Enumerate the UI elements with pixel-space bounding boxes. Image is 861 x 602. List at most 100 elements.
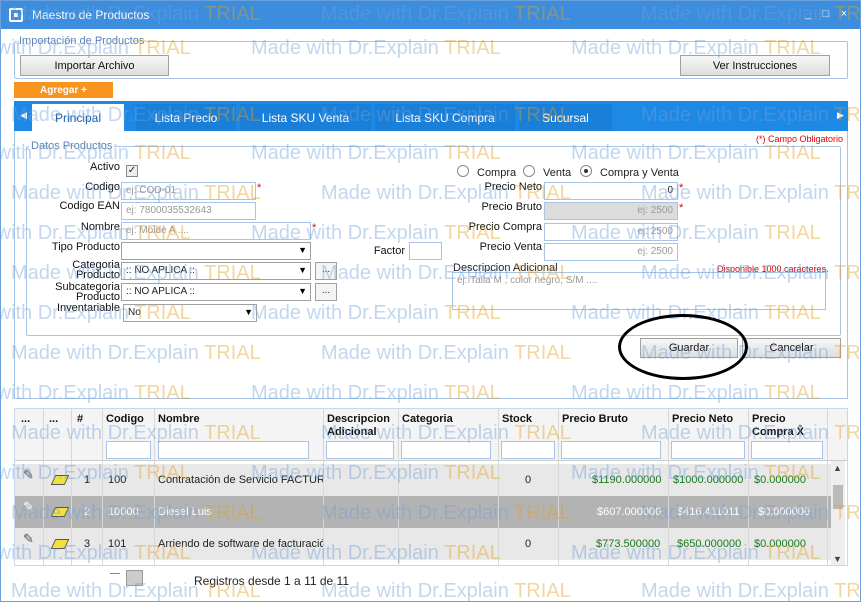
nombre-input[interactable]: ej: Molde A .... — [121, 222, 311, 240]
row-precio-bruto: $607.000000 — [597, 506, 662, 518]
precio-compra-label: Precio Compra — [468, 221, 542, 233]
col-divider — [827, 409, 828, 565]
import-file-button[interactable]: Importar Archivo — [20, 55, 169, 76]
maximize-button[interactable]: □ — [820, 8, 832, 20]
factor-label: Factor — [373, 245, 405, 257]
scroll-down-icon[interactable]: ▼ — [833, 554, 842, 564]
close-button[interactable]: × — [838, 8, 850, 20]
col-codigo-header[interactable]: Codigo — [106, 413, 144, 426]
precio-bruto-input[interactable]: ej: 2500 — [544, 202, 678, 220]
row-num: 2 — [84, 506, 91, 518]
grid-scrollbar[interactable]: ▲ ▼ — [831, 461, 845, 565]
col-action2-header: ... — [49, 413, 59, 425]
filter-descripcion-input[interactable] — [326, 441, 394, 459]
precio-compra-input[interactable]: ej: 2500 — [544, 223, 678, 241]
row-nombre: Arriendo de software de facturació — [158, 538, 323, 550]
codigo-ean-input[interactable]: ej: 7800035532643 — [121, 202, 256, 220]
filter-nombre-input[interactable] — [158, 441, 309, 459]
subcategoria-more-button[interactable]: ... — [315, 283, 337, 301]
radio-compra[interactable] — [457, 165, 469, 177]
nombre-required-mark: * — [312, 222, 317, 234]
radio-venta[interactable] — [523, 165, 535, 177]
radio-compra-venta[interactable] — [580, 165, 592, 177]
filter-precio-neto-input[interactable] — [671, 441, 745, 459]
nombre-label: Nombre — [80, 221, 120, 233]
tab-lista-sku-venta[interactable]: Lista SKU Venta — [240, 104, 371, 131]
col-divider — [71, 409, 72, 565]
scroll-up-icon[interactable]: ▲ — [833, 463, 842, 473]
pager-first-icon[interactable] — [110, 573, 120, 574]
codigo-input[interactable]: ej: COD-01 — [121, 182, 256, 200]
tab-scroll-right-icon[interactable]: ▶ — [837, 110, 844, 121]
table-row-selected[interactable]: ✎ 2 10000 Diesel Luis $607.000000 $416.4… — [15, 496, 833, 528]
factor-input[interactable] — [409, 242, 442, 260]
minimize-button[interactable]: _ — [802, 8, 814, 20]
categoria-select[interactable]: :: NO APLICA :: ▼ — [121, 262, 311, 280]
chevron-down-icon: ▼ — [298, 265, 307, 275]
precio-neto-input[interactable]: 0 — [544, 182, 678, 200]
inventariable-select[interactable]: No ▼ — [123, 304, 257, 322]
tab-scroll-left-icon[interactable]: ◀ — [20, 110, 27, 121]
row-precio-bruto: $1190.000000 — [592, 474, 662, 486]
row-precio-compra: $0.000000 — [754, 474, 806, 486]
table-row[interactable]: ✎ 3 101 Arriendo de software de facturac… — [15, 528, 833, 560]
col-precio-bruto-header[interactable]: Precio Bruto — [562, 413, 628, 426]
col-divider — [102, 409, 103, 565]
cancel-button[interactable]: Cancelar — [742, 338, 841, 358]
codigo-ean-label: Codigo EAN — [59, 200, 120, 212]
radio-venta-label: Venta — [543, 167, 572, 179]
categoria-more-button[interactable]: ... — [315, 262, 337, 280]
row-stock: 0 — [525, 538, 532, 550]
row-num: 3 — [84, 538, 91, 550]
subcategoria-select[interactable]: :: NO APLICA :: ▼ — [121, 283, 311, 301]
col-divider — [154, 409, 155, 565]
inventariable-label: Inventariable — [57, 302, 120, 314]
col-stock-header[interactable]: Stock — [502, 413, 532, 426]
view-instructions-button[interactable]: Ver Instrucciones — [680, 55, 830, 76]
chevron-down-icon: ▼ — [244, 307, 253, 317]
edit-pencil-icon[interactable]: ✎ — [23, 499, 34, 515]
highlight-ellipse — [618, 314, 748, 380]
tab-sucursal[interactable]: Sucursal — [519, 104, 612, 131]
activo-label: Activo — [90, 161, 120, 173]
records-label: Registros desde 1 a 11 de 11 — [194, 574, 349, 588]
grid-footer: Registros desde 1 a 11 de 11 — [14, 567, 848, 595]
delete-eraser-icon[interactable] — [50, 539, 70, 549]
subcategoria-label: Subcategoria Producto — [55, 281, 120, 303]
scroll-thumb[interactable] — [833, 485, 843, 509]
tipo-producto-select[interactable]: ▼ — [121, 242, 311, 260]
row-precio-neto: $1000.000000 — [673, 474, 744, 486]
precio-venta-label: Precio Venta — [479, 241, 542, 253]
row-precio-bruto: $773.500000 — [596, 538, 661, 550]
edit-pencil-icon[interactable]: ✎ — [23, 467, 34, 483]
col-divider — [668, 409, 669, 565]
codigo-required-mark: * — [257, 182, 262, 194]
descripcion-textarea[interactable]: ej: Talla M , color negro, S/M .... — [452, 272, 826, 310]
precio-venta-input[interactable]: ej: 2500 — [544, 243, 678, 261]
window-title: Maestro de Productos — [32, 8, 150, 22]
pager-page-box[interactable] — [126, 570, 143, 586]
edit-pencil-icon[interactable]: ✎ — [23, 531, 34, 547]
filter-codigo-input[interactable] — [106, 441, 151, 459]
delete-eraser-icon[interactable] — [50, 507, 70, 517]
window-icon — [9, 8, 23, 22]
filter-precio-bruto-input[interactable] — [561, 441, 661, 459]
col-descripcion-header[interactable]: Descripcion Adicional — [327, 413, 390, 439]
row-codigo: 101 — [108, 538, 127, 550]
activo-checkbox[interactable]: ✓ — [126, 165, 138, 177]
filter-precio-compra-input[interactable] — [751, 441, 823, 459]
col-precio-compra-header[interactable]: Precio Compra X̄ — [752, 413, 804, 439]
col-categoria-header[interactable]: Categoria — [402, 413, 453, 426]
precio-neto-label: Precio Neto — [484, 181, 542, 193]
col-nombre-header[interactable]: Nombre — [158, 413, 200, 426]
tab-lista-precio[interactable]: Lista Precio — [136, 104, 236, 131]
tab-lista-sku-compra[interactable]: Lista SKU Compra — [375, 104, 515, 131]
filter-categoria-input[interactable] — [401, 441, 491, 459]
delete-eraser-icon[interactable] — [50, 475, 70, 485]
tab-principal[interactable]: Principal — [32, 104, 124, 131]
table-row[interactable]: ✎ 1 100 Contratación de Servicio FACTURA… — [15, 464, 833, 496]
add-button[interactable]: Agregar + — [14, 82, 113, 98]
row-precio-neto: $650.000000 — [677, 538, 742, 550]
col-precio-neto-header[interactable]: Precio Neto — [672, 413, 733, 426]
filter-stock-input[interactable] — [501, 441, 555, 459]
